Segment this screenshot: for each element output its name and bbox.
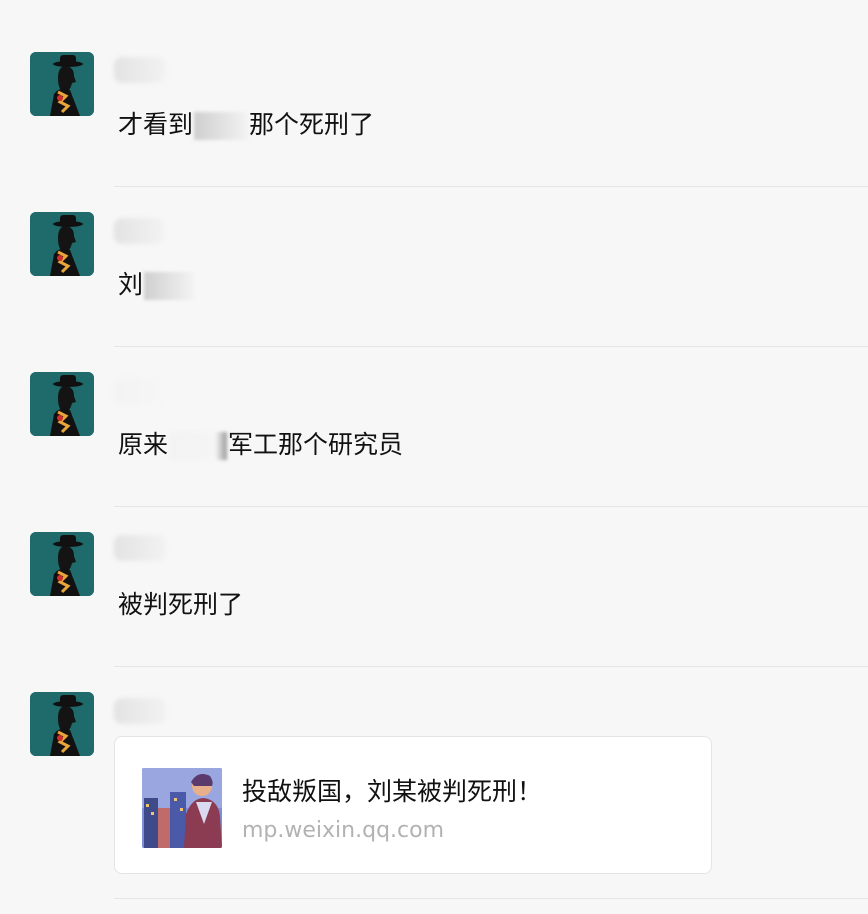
- message-text-part: 刘: [118, 270, 144, 299]
- redacted-text: [169, 432, 228, 460]
- avatar[interactable]: [30, 692, 94, 756]
- card-source: mp.weixin.qq.com: [242, 818, 445, 843]
- message-text: 才看到 那个死刑了: [118, 108, 374, 142]
- avatar[interactable]: [30, 52, 94, 116]
- message-text: 原来 军工那个研究员: [118, 428, 403, 462]
- avatar[interactable]: [30, 212, 94, 276]
- message-text-part: 原来: [118, 430, 169, 459]
- message-divider: [114, 346, 868, 347]
- message-divider: [114, 666, 868, 667]
- message-divider: [114, 506, 868, 507]
- avatar-icon: [30, 532, 94, 596]
- redacted-text: [144, 272, 195, 300]
- redacted-text: [194, 112, 249, 140]
- chat-history: 才看到 那个死刑了 刘 原来 军工那个研究员 被判死刑了 投敌叛国，刘某被判死刑…: [0, 0, 868, 914]
- sender-name-redacted: [114, 57, 166, 83]
- avatar-icon: [30, 52, 94, 116]
- avatar[interactable]: [30, 532, 94, 596]
- sender-name-redacted: [114, 698, 166, 724]
- card-title: 投敌叛国，刘某被判死刑！: [242, 777, 543, 806]
- sender-name-redacted: [114, 535, 166, 561]
- sender-name-redacted: [114, 218, 164, 244]
- link-card[interactable]: 投敌叛国，刘某被判死刑！ mp.weixin.qq.com: [114, 736, 712, 874]
- message-divider: [114, 186, 868, 187]
- message-text: 被判死刑了: [118, 588, 243, 622]
- avatar-icon: [30, 692, 94, 756]
- message-divider: [114, 898, 868, 899]
- message-text-part: 被判死刑了: [118, 590, 244, 619]
- message-text-part: 才看到: [118, 110, 194, 139]
- illustration-thumbnail-icon: [142, 768, 222, 848]
- avatar-icon: [30, 372, 94, 436]
- sender-name-redacted: [114, 378, 164, 404]
- avatar[interactable]: [30, 372, 94, 436]
- avatar-icon: [30, 212, 94, 276]
- message-text-part: 军工那个研究员: [228, 430, 404, 459]
- card-thumbnail: [142, 768, 222, 848]
- message-text: 刘: [118, 268, 195, 302]
- message-text-part: 那个死刑了: [249, 110, 375, 139]
